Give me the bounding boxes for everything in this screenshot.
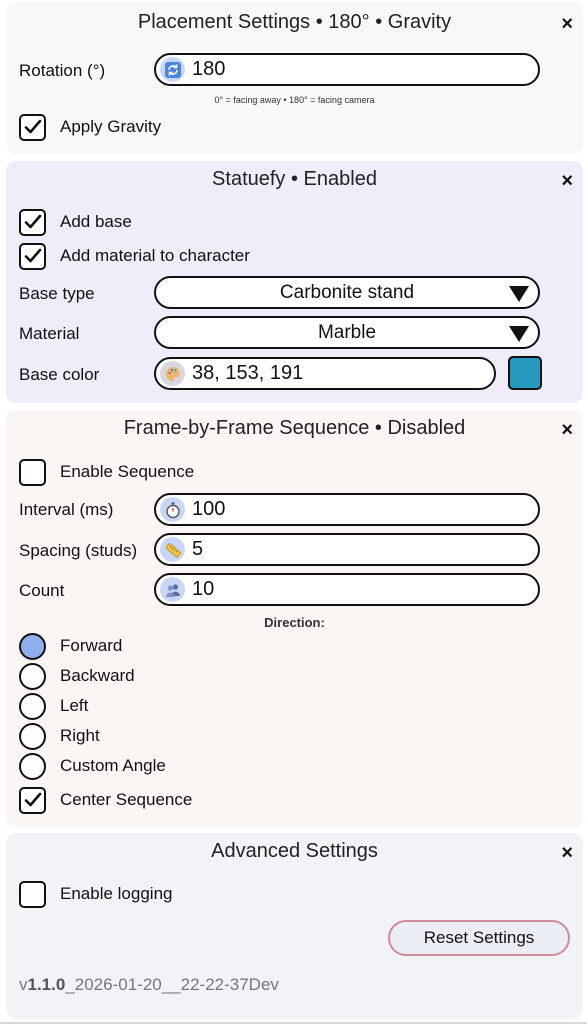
rotation-field[interactable]: 180 bbox=[154, 53, 540, 86]
direction-label-right: Right bbox=[60, 726, 100, 745]
direction-option-left[interactable]: Left bbox=[19, 692, 88, 720]
radio-button[interactable] bbox=[19, 632, 46, 660]
rotation-value: 180 bbox=[192, 58, 226, 80]
count-label: Count bbox=[19, 581, 65, 600]
checkmark-icon bbox=[24, 119, 41, 134]
enable-sequence-checkbox[interactable]: Enable Sequence bbox=[19, 458, 194, 486]
enable-logging-checkbox[interactable]: Enable logging bbox=[19, 880, 172, 908]
frame-sequence-title: Frame-by-Frame Sequence • Disabled bbox=[123, 417, 466, 439]
base-color-field[interactable]: 38, 153, 191 bbox=[154, 357, 496, 390]
checkmark-icon bbox=[24, 248, 41, 263]
center-sequence-label: Center Sequence bbox=[60, 790, 193, 809]
material-value: Marble bbox=[317, 322, 377, 343]
apply-gravity-checkbox[interactable]: Apply Gravity bbox=[19, 113, 161, 141]
base-color-swatch[interactable] bbox=[508, 356, 542, 390]
base-type-value: Carbonite stand bbox=[279, 282, 415, 303]
dropdown-arrow-icon bbox=[509, 326, 529, 342]
checkbox-box[interactable] bbox=[19, 113, 46, 141]
enable-logging-label: Enable logging bbox=[60, 884, 173, 903]
add-material-label: Add material to character bbox=[60, 246, 250, 265]
ruler-icon bbox=[160, 537, 185, 562]
apply-gravity-label: Apply Gravity bbox=[60, 117, 162, 136]
direction-option-custom-angle[interactable]: Custom Angle bbox=[19, 752, 166, 780]
direction-label-custom-angle: Custom Angle bbox=[60, 756, 166, 775]
count-field[interactable]: 10 bbox=[154, 573, 540, 606]
material-label: Material bbox=[19, 324, 80, 343]
direction-option-forward[interactable]: Forward bbox=[19, 632, 122, 660]
advanced-settings-title: Advanced Settings bbox=[211, 840, 378, 862]
advanced-close-button[interactable]: × bbox=[561, 843, 573, 863]
stopwatch-icon bbox=[160, 497, 185, 522]
direction-label-forward: Forward bbox=[60, 636, 123, 655]
frame-sequence-panel: Frame-by-Frame Sequence • Disabled × Ena… bbox=[6, 410, 583, 827]
spacing-value: 5 bbox=[192, 538, 204, 560]
rotation-hint: 0° = facing away • 180° = facing camera bbox=[214, 95, 375, 105]
dropdown-arrow-icon bbox=[509, 286, 529, 302]
advanced-settings-panel: Advanced Settings × Enable logging Reset… bbox=[6, 833, 583, 1019]
checkbox-box[interactable] bbox=[19, 880, 46, 908]
center-sequence-checkbox[interactable]: Center Sequence bbox=[19, 786, 192, 814]
spacing-field[interactable]: 5 bbox=[154, 533, 540, 566]
checkmark-icon bbox=[24, 214, 41, 229]
count-value: 10 bbox=[192, 578, 215, 600]
checkbox-box[interactable] bbox=[19, 458, 46, 486]
rotation-label: Rotation (°) bbox=[19, 61, 106, 80]
palette-icon bbox=[160, 361, 185, 386]
frame-close-button[interactable]: × bbox=[561, 420, 573, 440]
interval-value: 100 bbox=[192, 498, 226, 520]
checkbox-box[interactable] bbox=[19, 242, 46, 270]
enable-sequence-label: Enable Sequence bbox=[60, 462, 195, 481]
placement-close-button[interactable]: × bbox=[561, 14, 573, 34]
direction-option-backward[interactable]: Backward bbox=[19, 662, 135, 690]
direction-label: Direction: bbox=[264, 615, 325, 630]
people-icon bbox=[160, 577, 185, 602]
radio-button[interactable] bbox=[19, 752, 46, 780]
version-suffix: _2026-01-20__22-22-37Dev bbox=[65, 975, 279, 994]
base-type-select[interactable]: Carbonite stand bbox=[154, 276, 540, 309]
add-base-label: Add base bbox=[60, 212, 132, 231]
material-select[interactable]: Marble bbox=[154, 316, 540, 349]
radio-button[interactable] bbox=[19, 692, 46, 720]
add-material-checkbox[interactable]: Add material to character bbox=[19, 242, 250, 270]
direction-label-backward: Backward bbox=[60, 666, 135, 685]
checkmark-icon bbox=[24, 792, 41, 807]
radio-button[interactable] bbox=[19, 722, 46, 750]
add-base-checkbox[interactable]: Add base bbox=[19, 208, 132, 236]
placement-settings-title: Placement Settings • 180° • Gravity bbox=[137, 11, 452, 33]
checkbox-box[interactable] bbox=[19, 208, 46, 236]
statuefy-title: Statuefy • Enabled bbox=[212, 168, 377, 190]
base-type-label: Base type bbox=[19, 284, 95, 303]
statuefy-close-button[interactable]: × bbox=[561, 171, 573, 191]
base-color-label: Base color bbox=[19, 365, 100, 384]
reset-settings-button[interactable]: Reset Settings bbox=[388, 920, 570, 956]
radio-button[interactable] bbox=[19, 662, 46, 690]
direction-option-right[interactable]: Right bbox=[19, 722, 100, 750]
interval-label: Interval (ms) bbox=[19, 500, 114, 519]
placement-settings-panel: Placement Settings • 180° • Gravity × Ro… bbox=[6, 2, 583, 154]
statuefy-panel: Statuefy • Enabled × Add base Add materi… bbox=[6, 161, 583, 403]
version-number: 1.1.0 bbox=[27, 975, 66, 994]
direction-label-left: Left bbox=[60, 696, 89, 715]
version-text: v1.1.0_2026-01-20__22-22-37Dev bbox=[19, 975, 279, 995]
spacing-label: Spacing (studs) bbox=[19, 541, 138, 560]
rotate-icon bbox=[160, 57, 185, 82]
checkbox-box[interactable] bbox=[19, 786, 46, 814]
base-color-value: 38, 153, 191 bbox=[192, 362, 304, 384]
interval-field[interactable]: 100 bbox=[154, 493, 540, 526]
version-prefix: v bbox=[19, 975, 28, 994]
